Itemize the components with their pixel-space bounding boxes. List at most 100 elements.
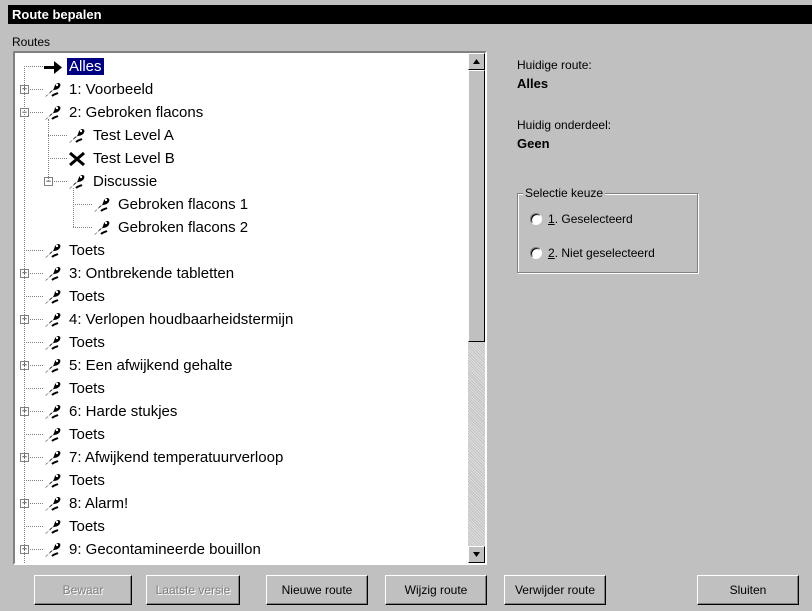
route-icon	[45, 335, 61, 350]
radio-label: . Geselecteerd	[554, 212, 633, 226]
tree-node[interactable]: 7: Afwijkend temperatuurverloop	[43, 446, 285, 469]
route-icon	[45, 289, 61, 304]
radio-button[interactable]	[530, 247, 542, 259]
tree-node[interactable]: 3: Ontbrekende tabletten	[43, 262, 236, 285]
up-arrow-icon	[473, 59, 480, 64]
route-icon	[45, 381, 61, 396]
window-title: Route bepalen	[8, 5, 812, 24]
tree-node[interactable]: Alles	[43, 55, 104, 78]
tree-node[interactable]: Toets	[43, 515, 107, 538]
tree-connector	[24, 296, 43, 297]
scroll-up-button[interactable]	[468, 53, 485, 70]
tree-node[interactable]: Toets	[43, 331, 107, 354]
tree-node-label: 4: Verlopen houdbaarheidstermijn	[69, 311, 294, 328]
tree-node-label: Test Level B	[93, 150, 175, 167]
route-icon	[45, 82, 61, 97]
arrow-right-icon	[44, 60, 62, 74]
scroll-thumb[interactable]	[468, 70, 485, 342]
tree-node-label: Alles	[67, 58, 104, 75]
tree-node-label: 1: Voorbeeld	[69, 81, 154, 98]
tree-node[interactable]: Toets	[43, 239, 107, 262]
route-icon	[94, 220, 110, 235]
tree-connector	[73, 204, 92, 205]
tree-node[interactable]: Toets	[43, 285, 107, 308]
route-icon	[69, 128, 85, 143]
route-icon	[69, 174, 85, 189]
tree-connector	[73, 227, 92, 228]
tree-connector	[48, 135, 67, 136]
route-icon	[45, 243, 61, 258]
tree-connector	[48, 119, 49, 181]
close-button[interactable]: Sluiten	[697, 575, 799, 605]
tree-connector	[24, 480, 43, 481]
tree-node-label: 5: Een afwijkend gehalte	[69, 357, 233, 374]
tree-node[interactable]: Toets	[43, 469, 107, 492]
tree-node[interactable]: 1: Voorbeeld	[43, 78, 155, 101]
tree-node[interactable]: Gebroken flacons 2	[92, 216, 250, 239]
tree-connector	[24, 434, 43, 435]
selection-groupbox: Selectie keuze 1. Geselecteerd 2. Niet g…	[517, 186, 698, 273]
tree-content: Alles 1: Voorbeeld +2: Gebroken flacons − Te…	[15, 53, 468, 563]
route-icon	[45, 450, 61, 465]
route-icon	[45, 312, 61, 327]
tree-node-label: 8: Alarm!	[69, 495, 129, 512]
tree-node[interactable]: Test Level B	[67, 147, 177, 170]
route-icon	[45, 266, 61, 281]
radio-accel: 2	[548, 246, 555, 260]
tree-node-label: Gebroken flacons 1	[118, 196, 249, 213]
radio-label: . Niet geselecteerd	[554, 246, 655, 260]
scroll-down-button[interactable]	[468, 546, 485, 563]
tree-node-label: Toets	[69, 518, 105, 535]
routes-tree[interactable]: Alles 1: Voorbeeld +2: Gebroken flacons − Te…	[13, 51, 487, 565]
route-icon	[45, 542, 61, 557]
tree-node[interactable]: Test Level A	[67, 124, 176, 147]
tree-connector	[24, 66, 25, 563]
tree-connector	[24, 342, 43, 343]
radio-button[interactable]	[530, 213, 542, 225]
tree-node[interactable]: Gebroken flacons 1	[92, 193, 250, 216]
routes-header: Routes	[12, 35, 51, 49]
tree-node[interactable]: 8: Alarm!	[43, 492, 130, 515]
tree-node-label: Discussie	[93, 173, 158, 190]
tree-node-label: 2: Gebroken flacons	[69, 104, 204, 121]
tree-node[interactable]: 2: Gebroken flacons	[43, 101, 205, 124]
radio-selected[interactable]: 1. Geselecteerd	[530, 212, 633, 226]
current-route-label: Huidige route:	[517, 58, 592, 72]
route-icon	[45, 427, 61, 442]
tree-node-label: Toets	[69, 426, 105, 443]
tree-node[interactable]: Toets	[43, 423, 107, 446]
tree-node-label: Toets	[69, 472, 105, 489]
edit-route-button[interactable]: Wijzig route	[385, 575, 487, 605]
tree-node[interactable]: 6: Harde stukjes	[43, 400, 179, 423]
tree-node[interactable]: 5: Een afwijkend gehalte	[43, 354, 234, 377]
tree-node-label: Toets	[69, 242, 105, 259]
route-icon	[94, 197, 110, 212]
tree-connector	[24, 250, 43, 251]
tree-node[interactable]: 9: Gecontamineerde bouillon	[43, 538, 263, 561]
route-icon	[45, 404, 61, 419]
tree-node[interactable]: Toets	[43, 377, 107, 400]
tree-node-label: 6: Harde stukjes	[69, 403, 178, 420]
tree-node-label: 9: Gecontamineerde bouillon	[69, 541, 261, 558]
tree-node-label: Gebroken flacons 2	[118, 219, 249, 236]
latest-version-button[interactable]: Laatste versie	[146, 575, 240, 605]
radio-accel: 1	[548, 212, 555, 226]
new-route-button[interactable]: Nieuwe route	[266, 575, 368, 605]
save-button[interactable]: Bewaar	[34, 575, 132, 605]
delete-route-button[interactable]: Verwijder route	[504, 575, 606, 605]
route-icon	[45, 519, 61, 534]
tree-node[interactable]: 4: Verlopen houdbaarheidstermijn	[43, 308, 295, 331]
radio-not-selected[interactable]: 2. Niet geselecteerd	[530, 246, 655, 260]
tree-connector	[73, 188, 74, 227]
tree-node[interactable]: Discussie	[67, 170, 159, 193]
tree-node-label: Test Level A	[93, 127, 174, 144]
tree-node-label: Toets	[69, 288, 105, 305]
vertical-scrollbar[interactable]	[468, 53, 485, 563]
tree-connector	[24, 526, 43, 527]
tree-node-label: 3: Ontbrekende tabletten	[69, 265, 235, 282]
route-icon	[45, 358, 61, 373]
tree-connector	[24, 66, 43, 67]
current-part-label: Huidig onderdeel:	[517, 118, 612, 132]
current-part-value: Geen	[517, 136, 550, 151]
route-icon	[45, 473, 61, 488]
